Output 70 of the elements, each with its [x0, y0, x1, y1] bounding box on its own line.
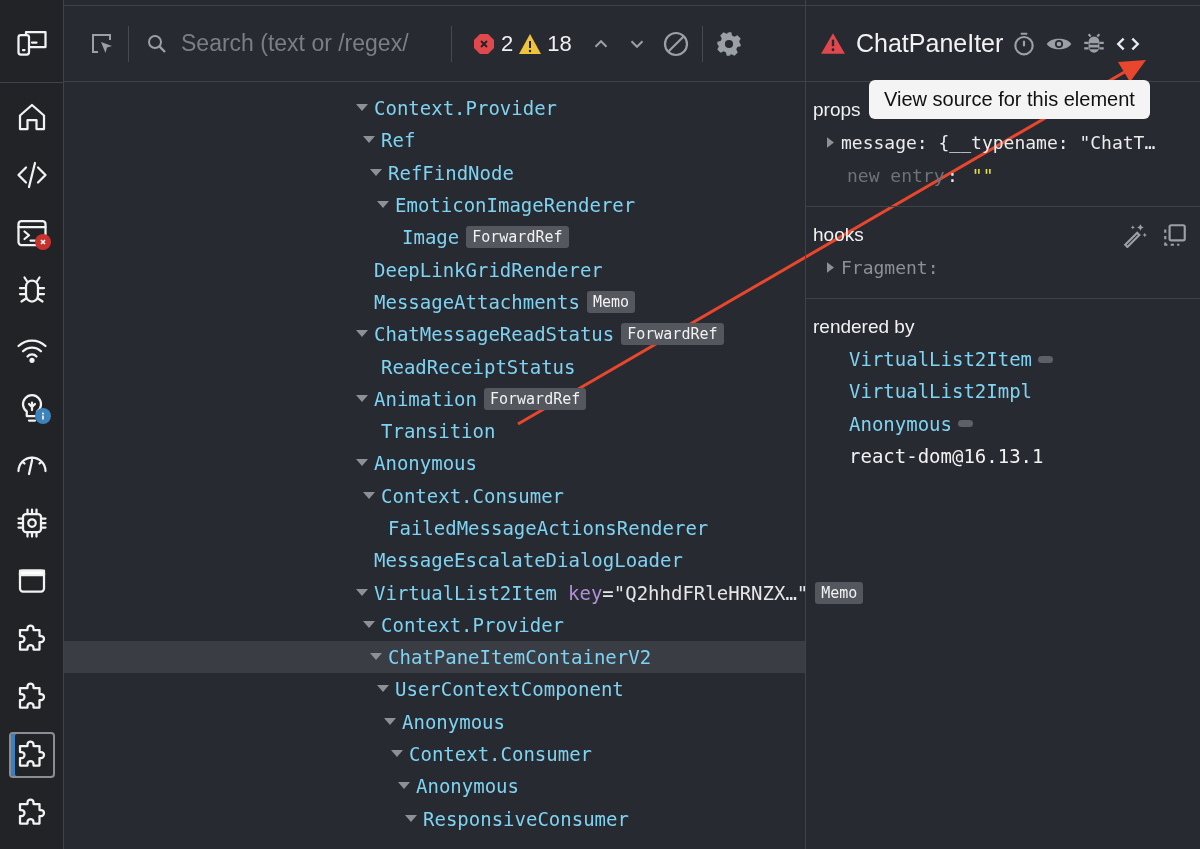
component-name[interactable]: Context.Consumer: [381, 484, 565, 507]
expand-arrow-icon[interactable]: [356, 588, 368, 597]
section-label: props: [813, 99, 861, 121]
expand-arrow-icon[interactable]: [384, 717, 396, 726]
key-attribute-value: ="Q2hhdFRleHRNZX…": [602, 581, 809, 604]
sidebar-tab[interactable]: [8, 732, 55, 778]
key-attribute-name: key: [568, 581, 603, 604]
expand-arrow-icon[interactable]: [356, 330, 368, 339]
expand-arrow-icon[interactable]: [377, 201, 389, 210]
expand-arrow-icon[interactable]: [398, 782, 410, 791]
error-icon: [472, 31, 496, 56]
expand-arrow-icon[interactable]: [391, 750, 403, 759]
component-name[interactable]: UserContextComponent: [395, 678, 624, 701]
component-name[interactable]: RefFindNode: [388, 161, 514, 184]
expand-arrow-icon[interactable]: [826, 262, 834, 273]
component-name[interactable]: Context.Provider: [381, 613, 565, 636]
expand-arrow-icon[interactable]: [370, 653, 382, 662]
component-badge: Memo: [586, 290, 636, 313]
magic-wand-icon[interactable]: [1122, 222, 1148, 248]
component-badge: ForwardRef: [621, 323, 724, 346]
component-name[interactable]: EmoticonImageRenderer: [395, 194, 636, 217]
component-name[interactable]: ChatPaneItemContainerV2: [388, 646, 652, 669]
error-badge-icon: [34, 234, 51, 250]
component-name[interactable]: ReadReceiptStatus: [381, 355, 576, 378]
component-name[interactable]: Anonymous: [374, 452, 477, 475]
component-badge: Memo: [815, 581, 864, 604]
component-name[interactable]: Anonymous: [416, 775, 519, 798]
separator: :: [947, 165, 958, 186]
owner-component-link[interactable]: VirtualList2Impl: [849, 380, 1033, 403]
component-name[interactable]: Image: [402, 226, 460, 249]
search-field[interactable]: Search (text or /regex/: [139, 30, 441, 57]
prop-value: "": [971, 165, 994, 186]
error-count: 2: [501, 30, 514, 57]
expand-arrow-icon[interactable]: [356, 459, 368, 468]
expand-arrow-icon[interactable]: [370, 168, 382, 177]
component-name[interactable]: Ref: [381, 129, 416, 152]
hook-entry[interactable]: Fragment:: [841, 257, 939, 278]
expand-arrow-icon[interactable]: [405, 814, 417, 823]
copy-icon[interactable]: [1162, 222, 1188, 248]
component-name[interactable]: MessageAttachments: [374, 290, 580, 313]
owner-component-link[interactable]: VirtualList2Item: [849, 348, 1033, 371]
component-badge: ForwardRef: [466, 226, 569, 249]
expand-arrow-icon[interactable]: [356, 394, 368, 403]
component-badge: ForwardRef: [483, 387, 587, 410]
component-name[interactable]: VirtualList2Item: [374, 581, 558, 604]
tooltip: View source for this element: [869, 80, 1150, 119]
expand-arrow-icon[interactable]: [826, 137, 834, 148]
warning-count: 18: [547, 30, 572, 57]
renderer-version: react-dom@16.13.1: [849, 445, 1044, 468]
expand-arrow-icon[interactable]: [363, 136, 375, 145]
selected-tree-row[interactable]: ChatPaneItemContainerV2: [64, 641, 805, 674]
component-title: ChatPaneIter: [856, 29, 1004, 58]
component-name[interactable]: FailedMessageActionsRenderer: [388, 517, 709, 539]
new-prop-field[interactable]: new entry: [847, 165, 947, 186]
expand-arrow-icon[interactable]: [363, 491, 375, 500]
info-badge-icon: [34, 408, 51, 424]
component-name[interactable]: Transition: [381, 420, 496, 443]
section-label: rendered by: [813, 316, 915, 338]
owner-component-link[interactable]: Anonymous: [849, 412, 952, 435]
expand-arrow-icon[interactable]: [377, 685, 389, 694]
component-name[interactable]: Animation: [374, 387, 477, 410]
component-name[interactable]: Context.Consumer: [409, 743, 593, 766]
expand-arrow-icon[interactable]: [356, 104, 368, 113]
component-name[interactable]: DeepLinkGridRenderer: [374, 258, 603, 281]
component-name[interactable]: Anonymous: [402, 710, 505, 733]
component-name[interactable]: ChatMessageReadStatus: [374, 323, 615, 346]
component-name[interactable]: Context.Provider: [374, 97, 558, 120]
component-name[interactable]: ResponsiveConsumer: [423, 807, 629, 830]
component-name[interactable]: MessageEscalateDialogLoader: [374, 549, 683, 572]
expand-arrow-icon[interactable]: [363, 620, 375, 629]
